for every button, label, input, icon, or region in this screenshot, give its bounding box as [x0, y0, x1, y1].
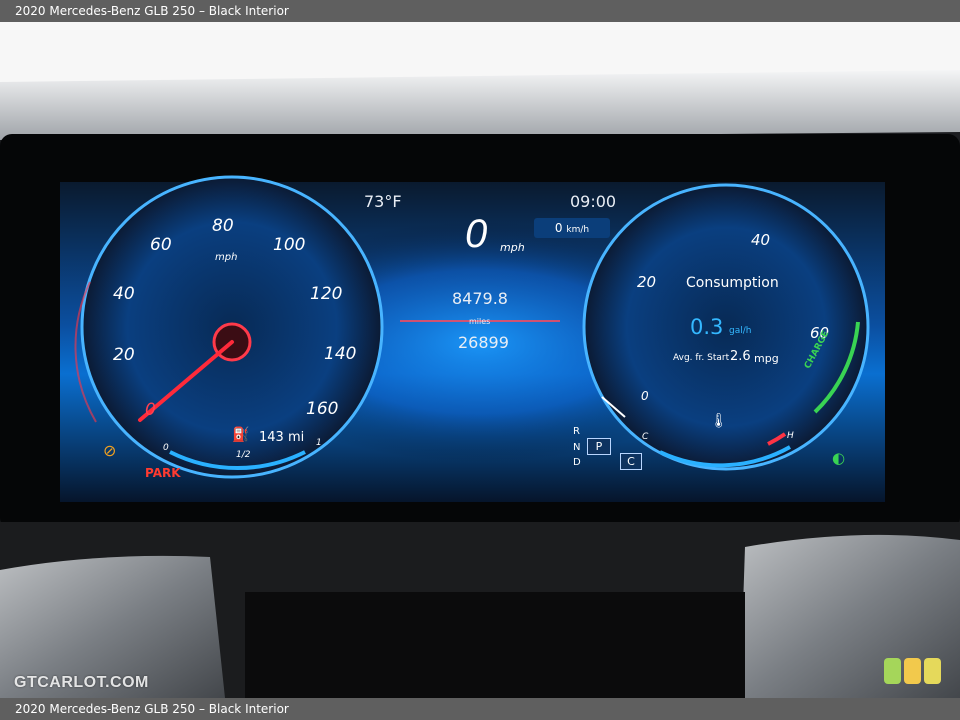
caption-top: 2020 Mercedes-Benz GLB 250 – Black Inter…: [0, 0, 960, 22]
consumption-gauge: [582, 183, 870, 471]
chip-lime: [924, 658, 941, 684]
color-chips: [884, 658, 941, 684]
chip-yellow: [904, 658, 921, 684]
chip-green: [884, 658, 901, 684]
watermark: GTCARLOT.COM: [14, 674, 149, 691]
caption-bottom: 2020 Mercedes-Benz GLB 250 – Black Inter…: [0, 698, 960, 720]
dashboard-photo: [0, 22, 960, 698]
